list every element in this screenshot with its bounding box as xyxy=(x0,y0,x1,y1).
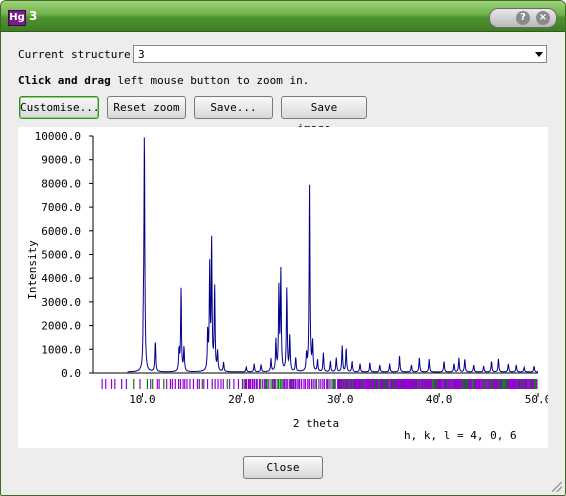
reflection-markers xyxy=(101,379,538,389)
x-tick-label: 10.0 xyxy=(129,393,156,406)
y-axis-label: Intensity xyxy=(26,240,39,300)
y-tick-label: 2000.0 xyxy=(41,320,81,333)
y-tick-label: 0.0 xyxy=(61,367,81,380)
zoom-hint-bold: Click and drag xyxy=(18,74,111,87)
zoom-hint-text: left mouse button to zoom in. xyxy=(110,74,310,87)
save-image-button[interactable]: Save image... xyxy=(281,96,367,135)
x-tick-label: 20.0 xyxy=(228,393,255,406)
resize-grip-icon[interactable] xyxy=(552,482,562,492)
save-button[interactable]: Save... xyxy=(194,96,273,119)
chevron-down-icon[interactable] xyxy=(535,52,543,57)
y-tick-label: 5000.0 xyxy=(41,249,81,262)
close-icon[interactable]: × xyxy=(536,11,550,25)
app-icon: Hg xyxy=(8,10,26,26)
x-tick-label: 50.0 xyxy=(525,393,548,406)
chart-svg[interactable]: 0.0 1000.0 2000.0 3000.0 4000.0 5000.0 6000.0 7… xyxy=(18,127,551,448)
y-tick-label: 3000.0 xyxy=(41,296,81,309)
customise-button[interactable]: Customise... xyxy=(19,96,99,119)
x-axis-label: 2 theta xyxy=(293,417,339,430)
title-buttons: ? × xyxy=(489,8,557,28)
y-tick-label: 6000.0 xyxy=(41,225,81,238)
intensity-curve xyxy=(127,137,538,373)
y-tick-label: 7000.0 xyxy=(41,201,81,214)
current-structure-select[interactable]: 3 xyxy=(133,45,547,63)
close-button[interactable]: Close xyxy=(243,456,323,479)
reset-zoom-button[interactable]: Reset zoom xyxy=(107,96,186,119)
current-structure-value: 3 xyxy=(138,48,145,61)
diffraction-plot[interactable]: 0.0 1000.0 2000.0 3000.0 4000.0 5000.0 6000.0 7… xyxy=(18,127,551,448)
x-tick-label: 40.0 xyxy=(426,393,453,406)
hkl-annotation: h, k, l = 4, 0, 6 xyxy=(404,429,517,442)
current-structure-label: Current structure: xyxy=(18,48,138,61)
help-icon[interactable]: ? xyxy=(516,11,530,25)
y-tick-label: 1000.0 xyxy=(41,343,81,356)
y-tick-label: 8000.0 xyxy=(41,177,81,190)
y-tick-label: 10000.0 xyxy=(35,130,81,143)
window-title: 3 xyxy=(29,9,38,23)
title-bar[interactable]: Hg 3 ? × xyxy=(1,1,565,32)
plot-window: Hg 3 ? × Current structure: 3 Click and … xyxy=(0,0,566,496)
zoom-hint: Click and drag left mouse button to zoom… xyxy=(18,74,309,87)
y-tick-label: 9000.0 xyxy=(41,154,81,167)
y-tick-label: 4000.0 xyxy=(41,272,81,285)
x-tick-label: 30.0 xyxy=(327,393,354,406)
